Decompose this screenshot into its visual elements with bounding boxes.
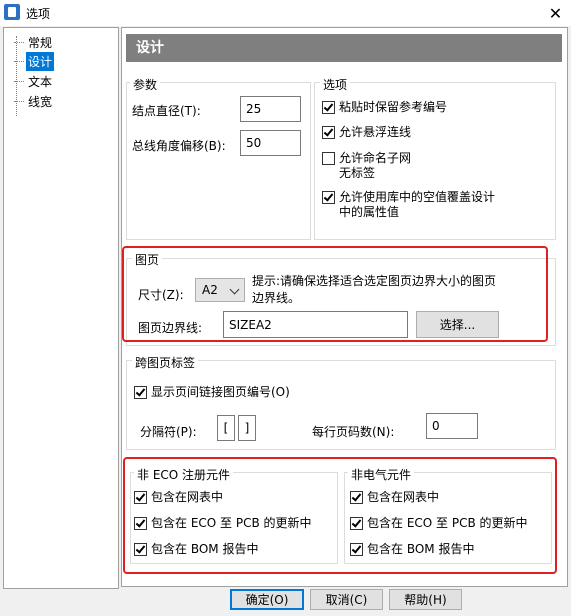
checkbox-icon bbox=[134, 543, 147, 556]
allow-floating-checkbox[interactable]: 允许悬浮连线 bbox=[322, 125, 411, 140]
section-header: 设计 bbox=[126, 34, 562, 62]
checkbox-icon bbox=[134, 491, 147, 504]
chevron-down-icon bbox=[229, 284, 240, 295]
sheet-hint: 提示:请确保选择适合选定图页边界大小的图页 边界线。 bbox=[252, 274, 497, 305]
checkbox-icon bbox=[350, 491, 363, 504]
non-eco-bom-checkbox[interactable]: 包含在 BOM 报告中 bbox=[134, 542, 258, 557]
checkbox-icon bbox=[322, 191, 335, 204]
bus-angle-input[interactable]: 50 bbox=[240, 130, 301, 156]
options-group-title: 选项 bbox=[320, 76, 351, 93]
close-button[interactable]: ✕ bbox=[540, 0, 571, 26]
allow-unnamed-net-checkbox[interactable]: 允许命名子网 无标签 bbox=[322, 151, 411, 181]
cross-sheet-group-title: 跨图页标签 bbox=[132, 354, 199, 371]
separator-right-input[interactable]: ] bbox=[238, 415, 256, 441]
ok-button[interactable]: 确定(O) bbox=[230, 589, 304, 610]
per-line-input[interactable]: 0 bbox=[426, 413, 478, 439]
app-icon bbox=[4, 4, 20, 20]
node-diameter-label: 结点直径(T): bbox=[132, 104, 201, 118]
checkbox-icon bbox=[322, 152, 335, 165]
window-title: 选项 bbox=[26, 7, 51, 21]
sheet-size-select[interactable]: A2 bbox=[195, 278, 245, 302]
tree-item-design[interactable]: 设计 bbox=[14, 51, 55, 71]
sheet-size-label: 尺寸(Z): bbox=[138, 288, 184, 302]
tree-item-general[interactable]: 常规 bbox=[14, 34, 54, 50]
non-electrical-bom-checkbox[interactable]: 包含在 BOM 报告中 bbox=[350, 542, 474, 557]
sheet-group-title: 图页 bbox=[132, 251, 163, 268]
cancel-button[interactable]: 取消(C) bbox=[310, 589, 383, 610]
params-group-title: 参数 bbox=[130, 76, 161, 93]
keep-ref-checkbox[interactable]: 粘贴时保留参考编号 bbox=[322, 100, 447, 115]
checkbox-icon bbox=[350, 543, 363, 556]
non-electrical-netlist-checkbox[interactable]: 包含在网表中 bbox=[350, 490, 439, 505]
allow-lib-empty-checkbox[interactable]: 允许使用库中的空值覆盖设计 中的属性值 bbox=[322, 190, 495, 220]
sheet-border-input[interactable]: SIZEA2 bbox=[223, 311, 408, 338]
separator-label: 分隔符(P): bbox=[140, 425, 197, 439]
checkbox-icon bbox=[322, 126, 335, 139]
bus-angle-label: 总线角度偏移(B): bbox=[132, 139, 226, 153]
separator-left-input[interactable]: [ bbox=[217, 415, 235, 441]
tree-item-line-width[interactable]: 线宽 bbox=[14, 93, 54, 109]
checkbox-icon bbox=[322, 101, 335, 114]
select-border-button[interactable]: 选择... bbox=[416, 311, 499, 338]
tree-item-text[interactable]: 文本 bbox=[14, 73, 54, 89]
checkbox-icon bbox=[350, 517, 363, 530]
per-line-label: 每行页码数(N): bbox=[312, 425, 395, 439]
node-diameter-input[interactable]: 25 bbox=[240, 96, 301, 122]
non-electrical-group-title: 非电气元件 bbox=[348, 466, 415, 483]
show-link-numbers-checkbox[interactable]: 显示页间链接图页编号(O) bbox=[134, 385, 290, 400]
sheet-border-label: 图页边界线: bbox=[138, 321, 203, 335]
close-icon: ✕ bbox=[548, 3, 563, 23]
checkbox-icon bbox=[134, 517, 147, 530]
checkbox-icon bbox=[134, 386, 147, 399]
non-electrical-eco-pcb-checkbox[interactable]: 包含在 ECO 至 PCB 的更新中 bbox=[350, 516, 528, 531]
help-button[interactable]: 帮助(H) bbox=[389, 589, 462, 610]
category-tree: 常规 设计 文本 线宽 bbox=[3, 27, 119, 589]
title-bar bbox=[0, 0, 571, 26]
non-eco-group-title: 非 ECO 注册元件 bbox=[134, 466, 234, 483]
non-eco-netlist-checkbox[interactable]: 包含在网表中 bbox=[134, 490, 223, 505]
non-eco-eco-pcb-checkbox[interactable]: 包含在 ECO 至 PCB 的更新中 bbox=[134, 516, 312, 531]
